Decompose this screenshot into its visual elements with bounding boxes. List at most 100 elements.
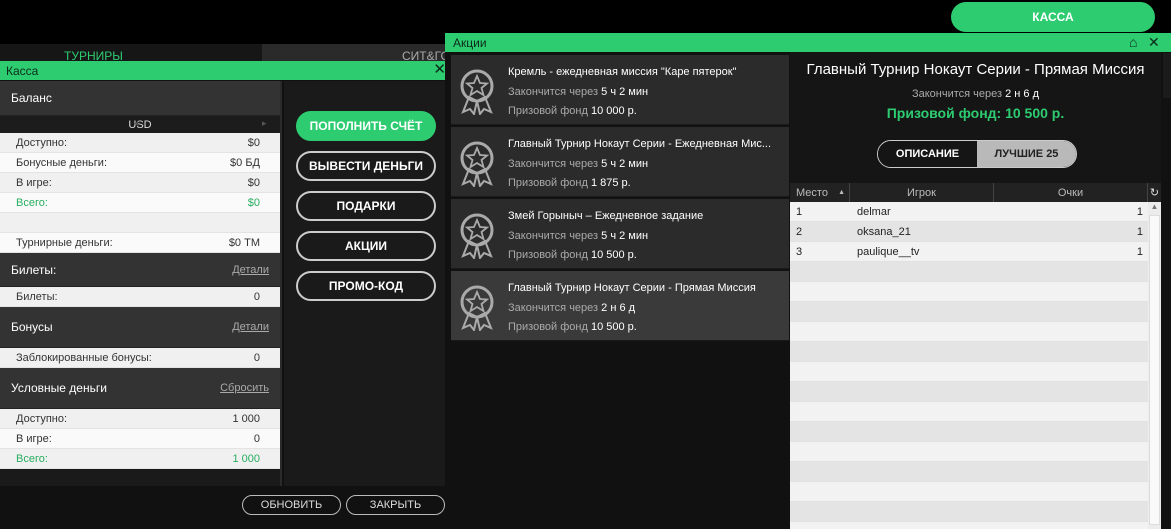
balance-row-value: $0 [247,196,260,209]
leaderboard-header: Место ▲ Игрок Очки ↻ [790,183,1161,202]
home-icon[interactable]: ⌂ [1129,34,1137,50]
bonuses-row-label: Заблокированные бонусы: [16,351,152,364]
promo-list: Кремль - ежедневная миссия "Каре пятерок… [451,55,789,343]
kassa-title-bar: Касса ✕ [0,61,452,80]
top-kassa-button[interactable]: КАССА [951,2,1155,32]
table-row[interactable]: 3 paulique__tv 1 [790,242,1148,262]
cell-place: 1 [796,205,803,218]
balance-row-label: Доступно: [16,136,68,149]
table-row [790,482,1148,502]
table-row [790,402,1148,422]
play-money-row-label: Доступно: [16,412,68,425]
promos-button[interactable]: АКЦИИ [296,231,436,261]
table-row[interactable]: 1 delmar 1 [790,202,1148,222]
table-row [790,422,1148,442]
play-money-row-label: В игре: [16,432,52,445]
promo-title: Кремль - ежедневная миссия "Каре пятерок… [508,66,737,78]
tab-sitgo[interactable]: СИТ&ГО [262,44,445,62]
play-money-row: Доступно: 1 000 [0,409,280,429]
table-row [790,322,1148,342]
sort-asc-icon: ▲ [838,189,845,196]
table-row [790,282,1148,302]
currency-selector[interactable]: ◂ USD ▸ [0,116,280,133]
kassa-actions: ПОПОЛНИТЬ СЧЁТ ВЫВЕСТИ ДЕНЬГИ ПОДАРКИ АК… [284,81,452,486]
col-place[interactable]: Место ▲ [790,183,850,202]
promos-title-bar: Акции ⌂ ✕ [445,33,1171,52]
detail-ends-value: 2 н 6 д [1005,88,1040,100]
balance-row-label: Бонусные деньги: [16,156,107,169]
scroll-thumb[interactable] [1149,215,1160,525]
table-row [790,262,1148,282]
promo-item[interactable]: Змей Горыныч – Ежедневное задание Закончи… [451,199,789,269]
promos-title: Акции [453,36,487,50]
tickets-row: Билеты: 0 [0,287,280,307]
balance-row: В игре: $0 [0,173,280,193]
tab-tournaments[interactable]: ТУРНИРЫ [0,44,262,63]
table-row [790,302,1148,322]
cell-place: 3 [796,245,803,258]
play-money-reset-link[interactable]: Сбросить [220,382,269,394]
promo-prize: Призовой фонд 1 875 р. [508,177,631,189]
play-money-row-label: Всего: [16,452,48,465]
table-row [790,362,1148,382]
table-row [790,502,1148,522]
bonuses-details-link[interactable]: Детали [232,321,269,333]
promo-item[interactable]: Главный Турнир Нокаут Серии - Прямая Мис… [451,271,789,341]
cell-place: 2 [796,225,803,238]
bonuses-row: Заблокированные бонусы: 0 [0,348,280,368]
tab-description[interactable]: ОПИСАНИЕ [878,141,977,167]
leaderboard-scrollbar[interactable]: ▲ [1148,202,1161,529]
leaderboard-body: 1 delmar 1 2 oksana_21 1 3 paulique__tv 1 [790,202,1148,529]
kassa-title: Касса [6,64,39,78]
play-money-header: Условные деньги Сбросить [0,368,280,409]
gifts-button[interactable]: ПОДАРКИ [296,191,436,221]
balance-header: Баланс [0,81,280,116]
chevron-left-icon[interactable]: ◂ [134,118,139,129]
withdraw-button[interactable]: ВЫВЕСТИ ДЕНЬГИ [296,151,436,181]
promo-detail: Главный Турнир Нокаут Серии - Прямая Мис… [790,52,1161,529]
col-points[interactable]: Очки [994,183,1148,202]
close-icon[interactable]: ✕ [1148,34,1160,50]
tickets-row-label: Билеты: [16,290,58,303]
promo-prize: Призовой фонд 10 500 р. [508,249,637,261]
balance-row-value: $0 [247,136,260,149]
deposit-button[interactable]: ПОПОЛНИТЬ СЧЁТ [296,111,436,141]
promo-ends: Закончится через 2 н 6 д [508,302,636,314]
chevron-right-icon[interactable]: ▸ [262,118,267,129]
promo-prize: Призовой фонд 10 500 р. [508,321,637,333]
balance-row-label: В игре: [16,176,52,189]
lobby-tabs: ТУРНИРЫ СИТ&ГО [0,44,445,63]
tickets-details-link[interactable]: Детали [232,264,269,276]
kassa-balance-panel: Баланс ◂ USD ▸ Доступно: $0 Бонусные деньг… [0,81,282,486]
close-button[interactable]: ЗАКРЫТЬ [346,495,445,515]
balance-row: Турнирные деньги: $0 ТМ [0,233,280,253]
refresh-button[interactable]: ОБНОВИТЬ [242,495,341,515]
detail-ends-label: Закончится через [911,88,1003,100]
balance-row-value: $0 [247,176,260,189]
play-money-row: В игре: 0 [0,429,280,449]
promo-prize: Призовой фонд 10 000 р. [508,105,637,117]
medal-icon [456,139,498,189]
kassa-window: Касса ✕ Баланс ◂ USD ▸ Доступно: $0 Бонусн… [0,61,452,529]
balance-row-value: $0 БД [230,156,260,169]
balance-row-label: Турнирные деньги: [16,236,113,249]
balance-row: Бонусные деньги: $0 БД [0,153,280,173]
table-row [790,342,1148,362]
promo-item[interactable]: Кремль - ежедневная миссия "Каре пятерок… [451,55,789,125]
table-row[interactable]: 2 oksana_21 1 [790,222,1148,242]
refresh-icon[interactable]: ↻ [1148,183,1161,202]
promo-item[interactable]: Главный Турнир Нокаут Серии - Ежедневная… [451,127,789,197]
medal-icon [456,283,498,333]
tab-top25[interactable]: ЛУЧШИЕ 25 [977,141,1076,167]
scroll-up-icon[interactable]: ▲ [1148,202,1161,214]
bonuses-rows: Заблокированные бонусы: 0 [0,348,280,368]
detail-tabs: ОПИСАНИЕ ЛУЧШИЕ 25 [877,140,1077,168]
detail-prize: Призовой фонд: 10 500 р. [886,105,1065,121]
play-money-rows: Доступно: 1 000 В игре: 0 Всего: 1 000 [0,409,280,469]
promo-code-button[interactable]: ПРОМО-КОД [296,271,436,301]
balance-row-label: Всего: [16,196,48,209]
cell-points: 1 [1136,245,1143,258]
col-player[interactable]: Игрок [850,183,994,202]
play-money-row: Всего: 1 000 [0,449,280,469]
balance-row: Всего: $0 [0,193,280,213]
